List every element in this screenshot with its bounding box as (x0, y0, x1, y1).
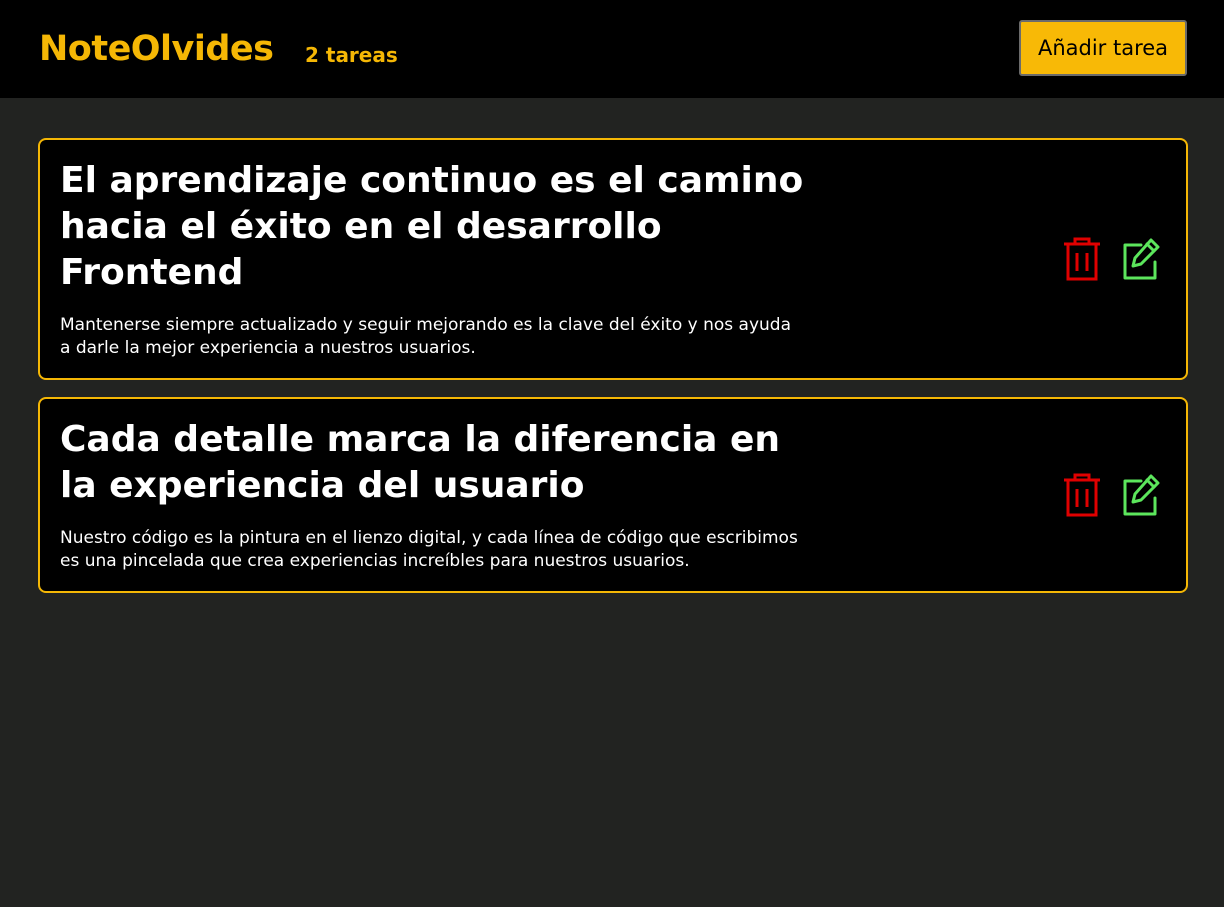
app-title: NoteOlvides (39, 29, 274, 69)
task-card: El aprendizaje continuo es el camino hac… (38, 138, 1188, 380)
task-actions (1062, 237, 1162, 281)
edit-icon[interactable] (1122, 473, 1162, 517)
task-title: Cada detalle marca la diferencia en la e… (60, 419, 781, 506)
top-bar: NoteOlvides 2 tareas Añadir tarea (0, 0, 1224, 98)
task-actions (1062, 473, 1162, 517)
trash-icon[interactable] (1062, 237, 1102, 281)
task-count: 2 tareas (305, 43, 398, 67)
task-description: Mantenerse siempre actualizado y seguir … (60, 315, 792, 358)
task-list: El aprendizaje continuo es el camino hac… (38, 138, 1188, 610)
task-card: Cada detalle marca la diferencia en la e… (38, 397, 1188, 593)
task-description: Nuestro código es la pintura en el lienz… (60, 528, 798, 571)
add-task-button[interactable]: Añadir tarea (1019, 20, 1187, 76)
edit-icon[interactable] (1122, 237, 1162, 281)
task-title: El aprendizaje continuo es el camino hac… (60, 160, 804, 293)
trash-icon[interactable] (1062, 473, 1102, 517)
